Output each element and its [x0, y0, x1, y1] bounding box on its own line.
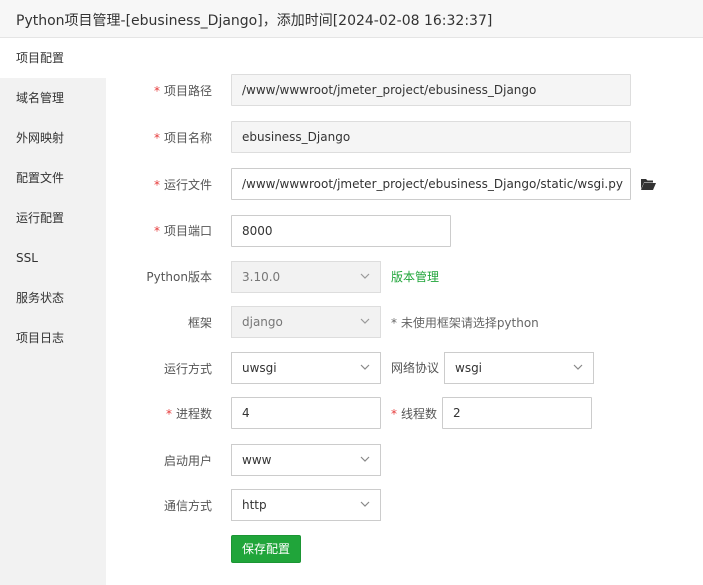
- sidebar-item-config-file[interactable]: 配置文件: [0, 158, 106, 198]
- window-titlebar: Python项目管理-[ebusiness_Django]，添加时间[2024-…: [0, 0, 703, 38]
- project-port-field[interactable]: 8000: [231, 215, 451, 247]
- required-mark: *: [153, 84, 160, 98]
- chevron-down-icon: [360, 318, 370, 324]
- sidebar-item-project-config[interactable]: 项目配置: [0, 38, 106, 78]
- required-mark: *: [153, 224, 160, 238]
- run-file-field[interactable]: /www/wwwroot/jmeter_project/ebusiness_Dj…: [231, 168, 631, 200]
- threads-field[interactable]: 2: [442, 397, 592, 429]
- sidebar-item-service-status[interactable]: 服务状态: [0, 278, 106, 318]
- project-path-label: * 项目路径: [153, 84, 212, 98]
- chevron-down-icon: [360, 273, 370, 279]
- chevron-down-icon: [360, 456, 370, 462]
- required-mark: *: [153, 178, 160, 192]
- project-port-label: * 项目端口: [153, 224, 212, 238]
- threads-label: * 线程数: [391, 407, 438, 421]
- save-config-button[interactable]: 保存配置: [231, 535, 301, 563]
- processes-field[interactable]: 4: [231, 397, 381, 429]
- network-protocol-label: 网络协议: [391, 361, 440, 375]
- run-mode-label: 运行方式: [163, 362, 212, 376]
- sidebar-item-run-config[interactable]: 运行配置: [0, 198, 106, 238]
- start-user-select[interactable]: www: [231, 444, 381, 476]
- comm-mode-label: 通信方式: [163, 499, 212, 513]
- project-name-label: * 项目名称: [153, 131, 212, 145]
- required-mark: *: [391, 407, 397, 421]
- framework-select: django: [231, 306, 381, 338]
- sidebar: 项目配置 域名管理 外网映射 配置文件 运行配置 SSL 服务状态 项目日志: [0, 38, 106, 585]
- framework-hint: * 未使用框架请选择python: [391, 316, 539, 330]
- sidebar-item-external-mapping[interactable]: 外网映射: [0, 118, 106, 158]
- project-path-field[interactable]: /www/wwwroot/jmeter_project/ebusiness_Dj…: [231, 74, 631, 106]
- folder-open-icon[interactable]: [640, 177, 656, 191]
- framework-label: 框架: [187, 316, 212, 330]
- chevron-down-icon: [360, 364, 370, 370]
- version-management-link[interactable]: 版本管理: [391, 268, 439, 285]
- start-user-label: 启动用户: [163, 454, 212, 468]
- project-name-field[interactable]: ebusiness_Django: [231, 121, 631, 153]
- required-mark: *: [165, 407, 172, 421]
- run-file-label: * 运行文件: [153, 178, 212, 192]
- processes-label: * 进程数: [165, 407, 212, 421]
- sidebar-item-ssl[interactable]: SSL: [0, 238, 106, 278]
- comm-mode-select[interactable]: http: [231, 489, 381, 521]
- chevron-down-icon: [360, 501, 370, 507]
- chevron-down-icon: [573, 364, 583, 370]
- network-protocol-select[interactable]: wsgi: [444, 352, 594, 384]
- window-title: Python项目管理-[ebusiness_Django]，添加时间[2024-…: [16, 13, 493, 29]
- python-version-label: Python版本: [146, 270, 212, 284]
- python-version-select: 3.10.0: [231, 261, 381, 293]
- run-mode-select[interactable]: uwsgi: [231, 352, 381, 384]
- sidebar-item-domain-management[interactable]: 域名管理: [0, 78, 106, 118]
- sidebar-item-project-log[interactable]: 项目日志: [0, 318, 106, 358]
- required-mark: *: [153, 131, 160, 145]
